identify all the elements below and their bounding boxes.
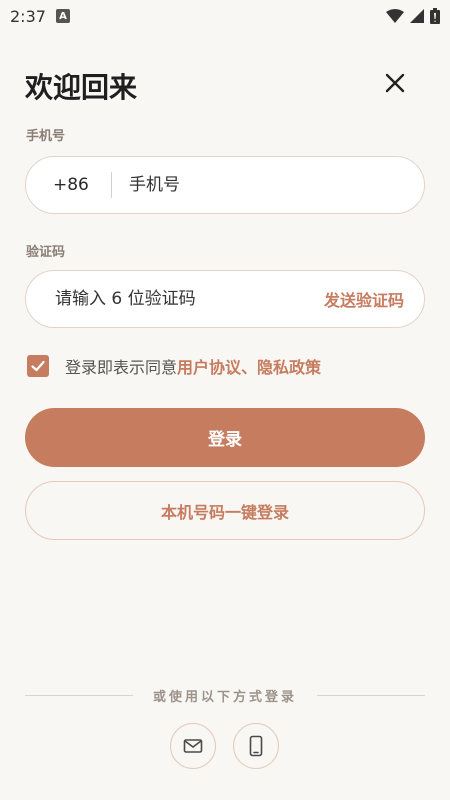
divider-line-left [25, 695, 133, 696]
status-time: 2:37 [10, 6, 46, 26]
phone-input[interactable] [127, 174, 411, 196]
divider-line-right [317, 695, 426, 696]
one-click-login-button[interactable]: 本机号码一键登录 [25, 481, 425, 540]
send-code-button[interactable]: 发送验证码 [324, 287, 404, 311]
terms-link[interactable]: 用户协议 [177, 358, 241, 377]
phone-icon [249, 735, 263, 757]
check-icon [31, 360, 45, 372]
notification-badge: A [55, 9, 70, 23]
alt-login-divider: 或使用以下方式登录 [25, 686, 426, 705]
status-right [386, 8, 440, 24]
close-icon [385, 73, 405, 93]
status-bar: 2:37 A [0, 0, 450, 32]
country-code-selector[interactable]: +86 [53, 175, 111, 195]
wifi-icon [386, 9, 404, 23]
code-field[interactable]: 发送验证码 [25, 270, 425, 328]
phone-login-button[interactable] [233, 723, 279, 769]
field-divider [111, 172, 112, 198]
status-left: 2:37 A [10, 7, 70, 26]
close-button[interactable] [378, 66, 412, 100]
page-title: 欢迎回来 [25, 71, 138, 104]
battery-icon [430, 8, 440, 24]
agreement-separator: 、 [241, 358, 258, 377]
agreement-text: 登录即表示同意用户协议、隐私政策 [65, 354, 321, 378]
login-button[interactable]: 登录 [25, 408, 425, 467]
phone-field[interactable]: +86 [25, 156, 425, 214]
phone-label: 手机号 [26, 129, 66, 144]
agreement-row: 登录即表示同意用户协议、隐私政策 [27, 354, 321, 378]
cell-signal-icon [410, 9, 424, 23]
mail-icon [183, 739, 203, 753]
alt-login-text: 或使用以下方式登录 [153, 690, 298, 705]
email-login-button[interactable] [170, 723, 216, 769]
agreement-checkbox[interactable] [27, 355, 49, 377]
verification-code-input[interactable] [53, 288, 297, 310]
agreement-prefix: 登录即表示同意 [65, 358, 178, 377]
privacy-link[interactable]: 隐私政策 [257, 358, 321, 377]
code-label: 验证码 [26, 245, 66, 260]
